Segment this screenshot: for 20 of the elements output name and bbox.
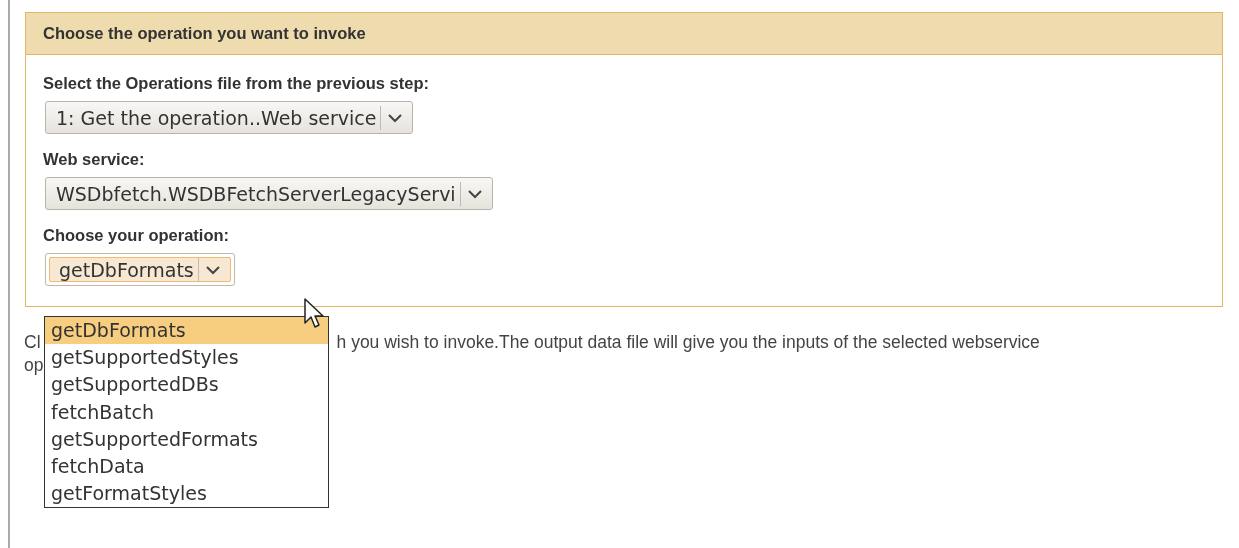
dropdown-option[interactable]: getDbFormats (45, 317, 328, 345)
help-text: Cl (24, 331, 41, 354)
panel-title: Choose the operation you want to invoke (26, 13, 1222, 55)
help-text: op (24, 354, 44, 377)
chevron-down-icon (386, 111, 405, 124)
chevron-down-icon (465, 187, 484, 200)
help-text: h you wish to invoke.The output data file will give you the inputs of the selected webservice (336, 331, 1040, 354)
dropdown-select[interactable]: WSDbfetch.WSDBFetchServerLegacyServi (45, 177, 493, 210)
dropdown-option[interactable]: getSupportedStyles (45, 344, 328, 372)
chevron-down-icon (203, 263, 222, 276)
dropdown-option[interactable]: getSupportedDBs (45, 371, 328, 399)
dropdown-option[interactable]: getSupportedFormats (45, 425, 328, 453)
field-label: Web service: (43, 150, 146, 169)
dropdown-select[interactable]: getDbFormats (45, 253, 235, 286)
dropdown-option[interactable]: fetchData (45, 452, 328, 481)
dropdown-option[interactable]: getFormatStyles (45, 480, 328, 508)
dropdown-select[interactable]: 1: Get the operation..Web service (45, 101, 414, 134)
dropdown-option[interactable]: fetchBatch (45, 398, 328, 426)
field-label: Choose your operation: (43, 226, 231, 245)
field-label: Select the Operations file from the previous step: (43, 74, 430, 93)
